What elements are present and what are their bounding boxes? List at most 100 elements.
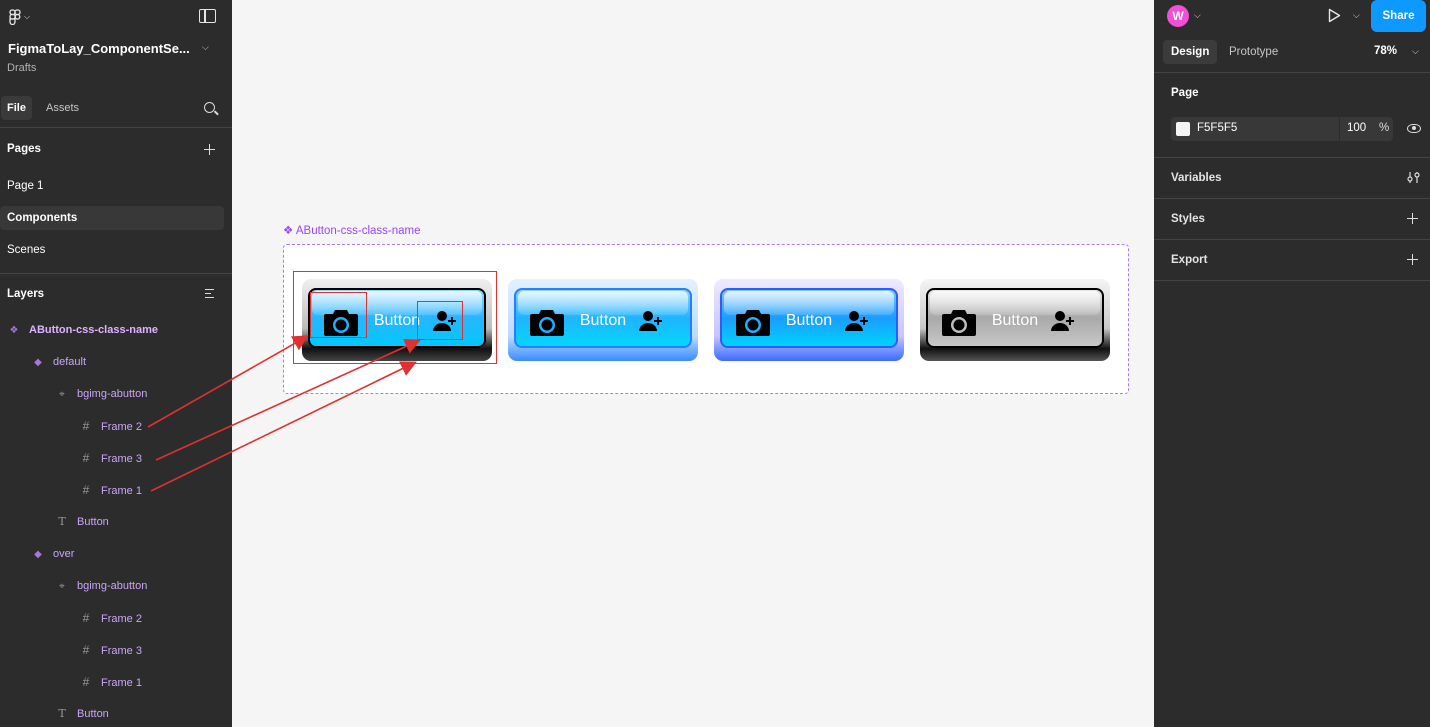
layer-bgimg-abutton[interactable]: ⌖ bgimg-abutton bbox=[55, 576, 147, 596]
tab-prototype[interactable]: Prototype bbox=[1221, 40, 1286, 64]
avatar[interactable]: W bbox=[1167, 5, 1189, 27]
frame-icon: # bbox=[82, 643, 90, 657]
text-icon: T bbox=[58, 707, 66, 720]
zoom-level[interactable]: 78% bbox=[1374, 45, 1397, 57]
add-page-icon[interactable] bbox=[204, 144, 215, 155]
toggle-sidebar-icon[interactable] bbox=[199, 9, 216, 23]
layer-label: bgimg-abutton bbox=[77, 388, 148, 400]
canvas[interactable]: ❖ AButton-css-class-name Button Button B… bbox=[232, 0, 1154, 727]
add-user-icon bbox=[845, 311, 868, 331]
variant-icon: ◆ bbox=[34, 549, 42, 560]
layers-title: Layers bbox=[7, 288, 45, 300]
layer-label: bgimg-abutton bbox=[77, 580, 148, 592]
opacity-unit: % bbox=[1379, 122, 1390, 134]
component-set-label[interactable]: ❖ AButton-css-class-name bbox=[283, 223, 421, 237]
frame-icon: # bbox=[82, 611, 90, 625]
layer-label: Frame 1 bbox=[101, 485, 142, 497]
figma-menu-button[interactable]: ⌵ bbox=[9, 9, 35, 25]
page-color-hex[interactable]: F5F5F5 bbox=[1197, 122, 1237, 134]
left-panel: ⌵ FigmaToLay_ComponentSe... ⌵ Drafts Fil… bbox=[0, 0, 232, 727]
layer-label: Frame 3 bbox=[101, 645, 142, 657]
right-panel: W ⌵ ⌵ Share Design Prototype 78% ⌵ Page … bbox=[1154, 0, 1430, 727]
layer-label: default bbox=[53, 356, 87, 368]
layer-frame-3[interactable]: # Frame 3 bbox=[79, 640, 142, 660]
add-export-icon[interactable] bbox=[1407, 254, 1418, 265]
layer-variant-over[interactable]: ◆ over bbox=[31, 544, 74, 564]
divider bbox=[0, 127, 232, 128]
button-label: Button bbox=[785, 312, 833, 329]
divider bbox=[1154, 198, 1430, 199]
variables-settings-icon[interactable] bbox=[1407, 171, 1420, 184]
chevron-down-icon: ⌵ bbox=[24, 12, 31, 21]
chevron-down-icon[interactable]: ⌵ bbox=[202, 42, 209, 53]
divider bbox=[1154, 72, 1430, 73]
layer-text-button[interactable]: T Button bbox=[55, 512, 109, 532]
layer-text-button[interactable]: T Button bbox=[55, 704, 109, 724]
color-swatch[interactable] bbox=[1176, 122, 1190, 136]
component-set-icon: ❖ bbox=[9, 325, 19, 336]
divider bbox=[1154, 239, 1430, 240]
layer-label: Frame 1 bbox=[101, 677, 142, 689]
page-section-title: Page bbox=[1171, 87, 1199, 99]
frame-bounds-icon: ⌖ bbox=[59, 581, 65, 592]
frame-bounds-icon: ⌖ bbox=[59, 389, 65, 400]
left-panel-header: ⌵ bbox=[0, 0, 232, 34]
abutton-variant-over[interactable]: Button bbox=[508, 279, 698, 361]
chevron-down-icon[interactable]: ⌵ bbox=[1412, 46, 1419, 57]
layer-label: Button bbox=[77, 708, 109, 720]
file-location[interactable]: Drafts bbox=[7, 62, 36, 74]
chevron-down-icon[interactable]: ⌵ bbox=[1194, 10, 1201, 21]
button-label: Button bbox=[579, 312, 627, 329]
figma-logo-icon bbox=[9, 9, 21, 25]
layer-frame-3[interactable]: # Frame 3 bbox=[79, 448, 142, 468]
divider bbox=[1154, 157, 1430, 158]
divider bbox=[1154, 280, 1430, 281]
layer-label: Frame 3 bbox=[101, 453, 142, 465]
layer-component-set[interactable]: ❖ AButton-css-class-name bbox=[7, 320, 158, 340]
pages-title: Pages bbox=[7, 143, 41, 155]
add-user-icon bbox=[639, 311, 662, 331]
present-play-icon[interactable] bbox=[1328, 8, 1341, 23]
page-item-page-1[interactable]: Page 1 bbox=[0, 174, 224, 198]
share-button[interactable]: Share bbox=[1371, 0, 1426, 32]
page-item-components[interactable]: Components bbox=[0, 206, 224, 230]
abutton-variant-pressed[interactable]: Button bbox=[714, 279, 904, 361]
layer-frame-2[interactable]: # Frame 2 bbox=[79, 608, 142, 628]
variables-title[interactable]: Variables bbox=[1171, 172, 1222, 184]
frame-icon: # bbox=[82, 419, 90, 433]
frame-icon: # bbox=[82, 675, 90, 689]
styles-title[interactable]: Styles bbox=[1171, 213, 1205, 225]
layer-label: over bbox=[53, 548, 75, 560]
frame-icon: # bbox=[82, 483, 90, 497]
collapse-layers-icon[interactable] bbox=[205, 289, 217, 299]
left-panel-tabs: File Assets bbox=[0, 96, 232, 122]
frame-icon: # bbox=[82, 451, 90, 465]
layer-label: Button bbox=[77, 516, 109, 528]
layer-label: Frame 2 bbox=[101, 613, 142, 625]
layer-label: AButton-css-class-name bbox=[29, 324, 158, 336]
layer-variant-default[interactable]: ◆ default bbox=[31, 352, 86, 372]
layer-frame-2[interactable]: # Frame 2 bbox=[79, 416, 142, 436]
add-user-icon bbox=[1051, 311, 1074, 331]
add-style-icon[interactable] bbox=[1407, 213, 1418, 224]
page-item-scenes[interactable]: Scenes bbox=[0, 238, 224, 262]
annotation-box-frame-1 bbox=[293, 271, 497, 364]
layer-label: Frame 2 bbox=[101, 421, 142, 433]
search-icon[interactable] bbox=[204, 102, 215, 113]
text-icon: T bbox=[58, 515, 66, 528]
divider bbox=[1339, 117, 1340, 141]
tab-file[interactable]: File bbox=[1, 96, 32, 120]
tab-design[interactable]: Design bbox=[1163, 40, 1218, 64]
abutton-variant-disabled[interactable]: Button bbox=[920, 279, 1110, 361]
export-title[interactable]: Export bbox=[1171, 254, 1207, 266]
page-background-field[interactable]: F5F5F5 100 % bbox=[1171, 117, 1393, 141]
layer-bgimg-abutton[interactable]: ⌖ bgimg-abutton bbox=[55, 384, 147, 404]
layer-frame-1[interactable]: # Frame 1 bbox=[79, 672, 142, 692]
eye-icon[interactable] bbox=[1407, 124, 1421, 133]
page-opacity-value[interactable]: 100 bbox=[1347, 122, 1366, 134]
figma-editor: ⌵ FigmaToLay_ComponentSe... ⌵ Drafts Fil… bbox=[0, 0, 1430, 727]
layer-frame-1[interactable]: # Frame 1 bbox=[79, 480, 142, 500]
chevron-down-icon[interactable]: ⌵ bbox=[1353, 10, 1360, 21]
file-name[interactable]: FigmaToLay_ComponentSe... bbox=[8, 41, 190, 56]
tab-assets[interactable]: Assets bbox=[40, 96, 85, 120]
